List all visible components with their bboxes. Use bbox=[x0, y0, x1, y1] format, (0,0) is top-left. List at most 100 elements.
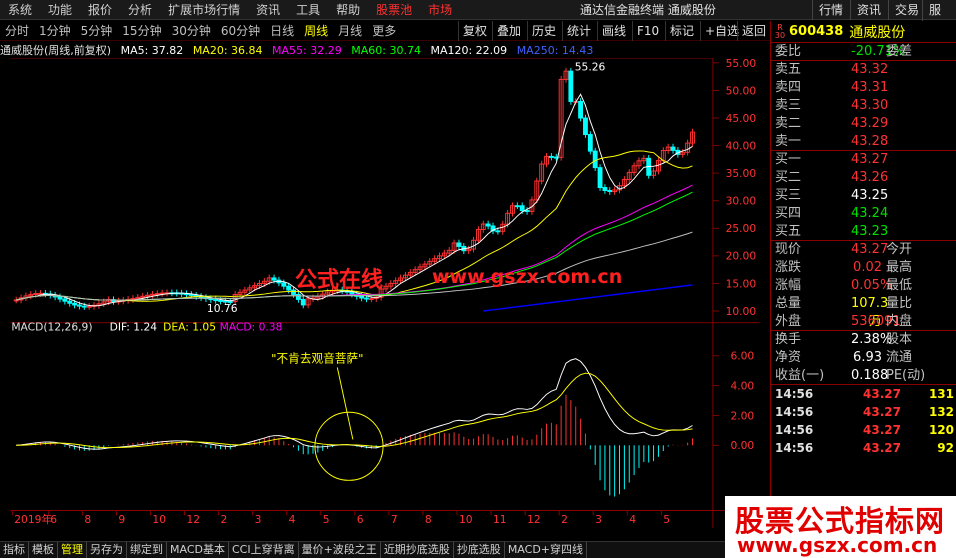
vol-ratio-label: 量比 bbox=[886, 296, 913, 311]
candle-body bbox=[548, 155, 554, 158]
dea-line bbox=[16, 372, 693, 449]
candle-body bbox=[271, 277, 277, 281]
pct-label: 涨幅 bbox=[775, 278, 802, 293]
x-axis-label: 12 bbox=[186, 513, 200, 526]
period-15min[interactable]: 15分钟 bbox=[117, 21, 166, 41]
candle-body bbox=[281, 282, 287, 287]
stock-code: 600438 bbox=[789, 24, 844, 39]
period-intraday[interactable]: 分时 bbox=[0, 21, 34, 41]
x-axis-label: 2 bbox=[221, 513, 228, 526]
buy1-price: 43.27 bbox=[851, 152, 889, 167]
period-more[interactable]: 更多 bbox=[367, 21, 401, 41]
candle-body bbox=[86, 305, 92, 308]
tick-price: 43.27 bbox=[863, 423, 901, 437]
buy1-row: 买一 43.27 bbox=[771, 151, 956, 169]
tab-template[interactable]: 模板 bbox=[29, 542, 58, 558]
candle-body bbox=[72, 302, 78, 306]
tab-bottom-pick[interactable]: 抄底选股 bbox=[454, 542, 505, 558]
period-5min[interactable]: 5分钟 bbox=[76, 21, 118, 41]
x-axis-label: 10 bbox=[152, 513, 166, 526]
price-axis-label: 35.00 bbox=[726, 167, 757, 180]
tab-cci[interactable]: CCI上穿背离 bbox=[229, 542, 299, 558]
candle-body bbox=[213, 299, 219, 302]
candle-body bbox=[602, 187, 608, 191]
x-axis-label: 10 bbox=[459, 513, 473, 526]
candle-body bbox=[524, 210, 530, 213]
candle-body bbox=[495, 230, 501, 233]
tick-row: 14:56 43.27 132 bbox=[771, 403, 956, 421]
ma55-value: MA55: 32.29 bbox=[272, 44, 342, 57]
watermark-center: 公式在线 bbox=[295, 268, 384, 293]
candle-body bbox=[150, 293, 155, 296]
sell2-row: 卖二 43.29 bbox=[771, 115, 956, 133]
menu-system[interactable]: 系统 bbox=[0, 0, 40, 20]
price-axis-label: 55.00 bbox=[726, 58, 757, 70]
f10-button[interactable]: F10 bbox=[632, 21, 663, 41]
news-button[interactable]: 资讯 bbox=[850, 0, 887, 20]
price-chart[interactable]: 55.0050.0045.0040.0035.0030.0025.0020.00… bbox=[0, 58, 770, 528]
menu-function[interactable]: 功能 bbox=[40, 0, 80, 20]
trade-button[interactable]: 交易 bbox=[888, 0, 925, 20]
sell5-label: 卖五 bbox=[775, 62, 802, 77]
candle-body bbox=[33, 293, 39, 296]
change-value: 0.02 bbox=[853, 260, 882, 275]
quote-button[interactable]: 行情 bbox=[812, 0, 849, 20]
buy4-label: 买四 bbox=[775, 206, 802, 221]
mark-button[interactable]: 标记 bbox=[665, 21, 698, 41]
adjust-button[interactable]: 复权 bbox=[458, 21, 491, 41]
x-axis-label: 3 bbox=[255, 513, 262, 526]
tab-manage[interactable]: 管理 bbox=[58, 542, 87, 558]
turnover-row: 换手 2.38% 股本 bbox=[771, 331, 956, 349]
menu-analysis[interactable]: 分析 bbox=[120, 0, 160, 20]
menu-market[interactable]: 市场 bbox=[420, 0, 460, 20]
candle-body bbox=[592, 150, 598, 169]
sell2-price: 43.29 bbox=[851, 116, 889, 131]
low-label: 最低 bbox=[886, 278, 913, 293]
sell4-label: 卖四 bbox=[775, 80, 802, 95]
watermark-url: www.gszx.com.cn bbox=[432, 266, 623, 288]
high-label: 最高 bbox=[886, 260, 913, 275]
period-60min[interactable]: 60分钟 bbox=[216, 21, 265, 41]
tab-bind[interactable]: 绑定到 bbox=[127, 542, 167, 558]
history-button[interactable]: 历史 bbox=[527, 21, 560, 41]
eps-value: 0.188 bbox=[851, 368, 889, 383]
note-arrow bbox=[336, 367, 354, 440]
period-daily[interactable]: 日线 bbox=[265, 21, 299, 41]
open-label: 今开 bbox=[886, 242, 913, 257]
menu-info[interactable]: 资讯 bbox=[248, 0, 288, 20]
tab-recent-bottom[interactable]: 近期抄底选股 bbox=[381, 542, 454, 558]
ma5-value: MA5: 37.82 bbox=[120, 44, 184, 57]
draw-button[interactable]: 画线 bbox=[597, 21, 630, 41]
tab-volume-wave[interactable]: 量价+波段之王 bbox=[299, 542, 381, 558]
eps-row: 收益(一) 0.188 PE(动) bbox=[771, 367, 956, 385]
menu-ext-market[interactable]: 扩展市场行情 bbox=[160, 0, 248, 20]
candle-body bbox=[154, 293, 160, 296]
menu-tools[interactable]: 工具 bbox=[288, 0, 328, 20]
tab-macd-basic[interactable]: MACD基本 bbox=[167, 542, 229, 558]
ma250-value: MA250: 14.43 bbox=[516, 44, 594, 57]
outer-label: 外盘 bbox=[775, 314, 802, 329]
tab-save-as[interactable]: 另存为 bbox=[87, 542, 127, 558]
candle-body bbox=[583, 117, 588, 136]
sell1-price: 43.28 bbox=[851, 134, 889, 149]
period-weekly[interactable]: 周线 bbox=[299, 21, 333, 41]
sell5-row: 卖五 43.32 bbox=[771, 61, 956, 79]
overlay-button[interactable]: 叠加 bbox=[492, 21, 525, 41]
ad-banner[interactable]: 股票公式指标网 www.gszx.com.cn bbox=[725, 496, 956, 558]
menu-bar: 系统 功能 报价 分析 扩展市场行情 资讯 工具 帮助 股票池 市场 通达信金融… bbox=[0, 0, 956, 40]
back-button[interactable]: 返回 bbox=[737, 21, 770, 41]
x-axis-label: 5 bbox=[663, 513, 670, 526]
menu-help[interactable]: 帮助 bbox=[328, 0, 368, 20]
tab-macd-cross[interactable]: MACD+穿四线 bbox=[505, 542, 588, 558]
menu-stock-pool[interactable]: 股票池 bbox=[368, 0, 420, 20]
menu-quote[interactable]: 报价 bbox=[80, 0, 120, 20]
period-1min[interactable]: 1分钟 bbox=[34, 21, 76, 41]
tab-indicator[interactable]: 指标 bbox=[0, 542, 29, 558]
period-30min[interactable]: 30分钟 bbox=[167, 21, 216, 41]
candle-body bbox=[519, 205, 525, 212]
period-monthly[interactable]: 月线 bbox=[333, 21, 367, 41]
candle-body bbox=[62, 298, 68, 302]
stats-button[interactable]: 统计 bbox=[562, 21, 595, 41]
buy4-price: 43.24 bbox=[851, 206, 889, 221]
change-row: 涨跌 0.02 最高 bbox=[771, 259, 956, 277]
